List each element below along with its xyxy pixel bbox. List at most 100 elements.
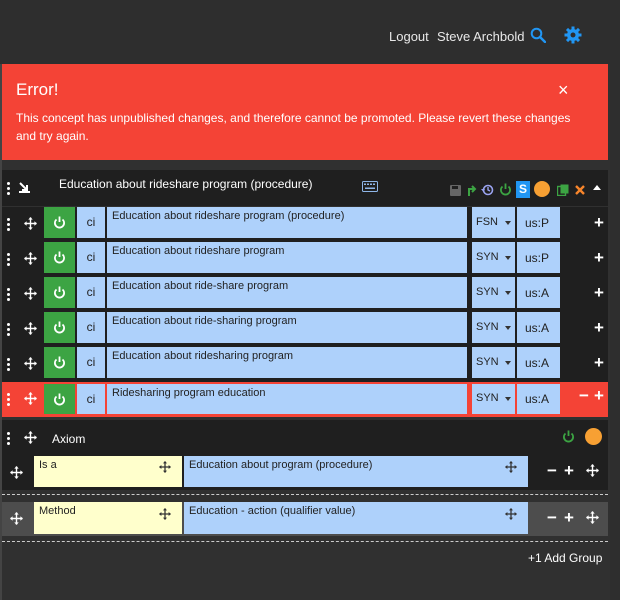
add-description-icon[interactable]: + xyxy=(594,284,604,301)
history-icon[interactable] xyxy=(481,184,494,196)
remove-relationship-icon[interactable]: − xyxy=(547,509,557,526)
drag-icon[interactable] xyxy=(505,508,517,520)
language-refset-field[interactable]: us:A xyxy=(517,277,560,308)
relationship-type-field[interactable]: Method xyxy=(34,502,182,534)
logout-link[interactable]: Logout xyxy=(389,29,429,44)
case-significance: ci xyxy=(86,320,96,334)
active-toggle-icon[interactable] xyxy=(562,430,575,443)
move-icon[interactable] xyxy=(24,322,37,335)
description-type: FSN xyxy=(476,216,498,228)
drag-handle-icon[interactable] xyxy=(7,253,10,268)
description-type-select[interactable]: SYN xyxy=(472,277,515,308)
move-icon[interactable] xyxy=(586,511,599,524)
remove-description-icon[interactable]: − xyxy=(579,387,589,404)
concept-title: Education about rideshare program (proce… xyxy=(59,177,313,191)
drag-icon[interactable] xyxy=(505,461,517,473)
relationship-target-field[interactable]: Education about program (procedure) xyxy=(184,456,528,487)
move-icon[interactable] xyxy=(24,252,37,265)
export-icon[interactable] xyxy=(18,181,31,194)
add-description-icon[interactable]: + xyxy=(594,387,604,404)
remove-relationship-icon[interactable]: − xyxy=(547,462,557,479)
gear-icon[interactable] xyxy=(564,26,582,44)
close-icon[interactable]: × xyxy=(558,80,569,101)
drag-handle-icon[interactable] xyxy=(7,358,10,373)
language-refset-field[interactable]: us:P xyxy=(517,242,560,273)
active-toggle-button[interactable] xyxy=(44,384,75,414)
active-toggle-button[interactable] xyxy=(44,207,75,238)
drag-handle-icon[interactable] xyxy=(7,218,10,233)
drag-icon[interactable] xyxy=(159,461,171,473)
add-description-icon[interactable]: + xyxy=(594,249,604,266)
move-icon[interactable] xyxy=(24,287,37,300)
description-type-select[interactable]: SYN xyxy=(472,347,515,378)
power-icon xyxy=(54,216,65,229)
error-message: This concept has unpublished changes, an… xyxy=(16,111,571,143)
move-icon[interactable] xyxy=(24,217,37,230)
description-type-select[interactable]: SYN xyxy=(472,384,515,414)
drag-handle-icon[interactable] xyxy=(7,182,10,197)
case-significance-field[interactable]: ci xyxy=(77,347,105,378)
close-icon[interactable] xyxy=(575,185,585,195)
collapse-icon[interactable] xyxy=(593,185,601,190)
move-icon[interactable] xyxy=(10,512,23,525)
relationship-target-field[interactable]: Education - action (qualifier value) xyxy=(184,502,528,534)
case-significance-field[interactable]: ci xyxy=(77,242,105,273)
case-significance: ci xyxy=(86,355,96,369)
move-icon[interactable] xyxy=(10,466,23,479)
case-significance-field[interactable]: ci xyxy=(77,207,105,238)
description-type: SYN xyxy=(476,286,499,298)
drag-handle-icon[interactable] xyxy=(7,432,10,447)
description-type-select[interactable]: SYN xyxy=(472,312,515,343)
add-description-icon[interactable]: + xyxy=(594,354,604,371)
add-relationship-icon[interactable]: + xyxy=(564,509,574,526)
keyboard-icon[interactable] xyxy=(362,181,378,192)
term-text: Education about rideshare program xyxy=(112,245,285,257)
promote-icon[interactable] xyxy=(467,183,477,197)
term-field[interactable]: Education about rideshare program (proce… xyxy=(107,207,467,238)
add-group-button[interactable]: +1 Add Group xyxy=(528,551,602,565)
drag-handle-icon[interactable] xyxy=(7,323,10,338)
language-refset-field[interactable]: us:A xyxy=(517,384,560,414)
add-description-icon[interactable]: + xyxy=(594,319,604,336)
term-field[interactable]: Education about ride-share program xyxy=(107,277,467,308)
drag-handle-icon[interactable] xyxy=(7,393,10,408)
move-icon[interactable] xyxy=(24,392,37,405)
description-type-select[interactable]: SYN xyxy=(472,242,515,273)
save-icon[interactable] xyxy=(450,185,461,196)
active-toggle-icon[interactable] xyxy=(499,183,512,196)
term-field[interactable]: Ridesharing program education xyxy=(107,384,467,414)
case-significance-field[interactable]: ci xyxy=(77,384,105,414)
description-row: ci Ridesharing program education SYN us:A − + xyxy=(2,382,608,417)
drag-icon[interactable] xyxy=(159,508,171,520)
add-description-icon[interactable]: + xyxy=(594,214,604,231)
active-toggle-button[interactable] xyxy=(44,312,75,343)
description-type-select[interactable]: FSN xyxy=(472,207,515,238)
relationship-type: Method xyxy=(39,505,76,517)
language-refset-field[interactable]: us:A xyxy=(517,347,560,378)
active-toggle-button[interactable] xyxy=(44,277,75,308)
move-icon[interactable] xyxy=(24,431,37,444)
add-relationship-icon[interactable]: + xyxy=(564,462,574,479)
search-icon[interactable] xyxy=(530,27,546,43)
case-significance-field[interactable]: ci xyxy=(77,312,105,343)
definition-status-icon[interactable] xyxy=(534,181,550,197)
relationship-type-field[interactable]: Is a xyxy=(34,456,182,487)
group-divider xyxy=(2,494,608,495)
drag-handle-icon[interactable] xyxy=(7,288,10,303)
status-badge[interactable]: S xyxy=(516,181,530,198)
move-icon[interactable] xyxy=(24,357,37,370)
active-toggle-button[interactable] xyxy=(44,347,75,378)
chevron-down-icon xyxy=(505,397,511,401)
definition-status-icon[interactable] xyxy=(585,428,602,445)
case-significance-field[interactable]: ci xyxy=(77,277,105,308)
term-field[interactable]: Education about rideshare program xyxy=(107,242,467,273)
user-name[interactable]: Steve Archbold xyxy=(437,29,524,44)
move-icon[interactable] xyxy=(586,464,599,477)
term-field[interactable]: Education about ride-sharing program xyxy=(107,312,467,343)
active-toggle-button[interactable] xyxy=(44,242,75,273)
term-text: Ridesharing program education xyxy=(112,387,266,399)
term-field[interactable]: Education about ridesharing program xyxy=(107,347,467,378)
language-refset-field[interactable]: us:A xyxy=(517,312,560,343)
language-refset-field[interactable]: us:P xyxy=(517,207,560,238)
copy-icon[interactable] xyxy=(557,184,569,196)
